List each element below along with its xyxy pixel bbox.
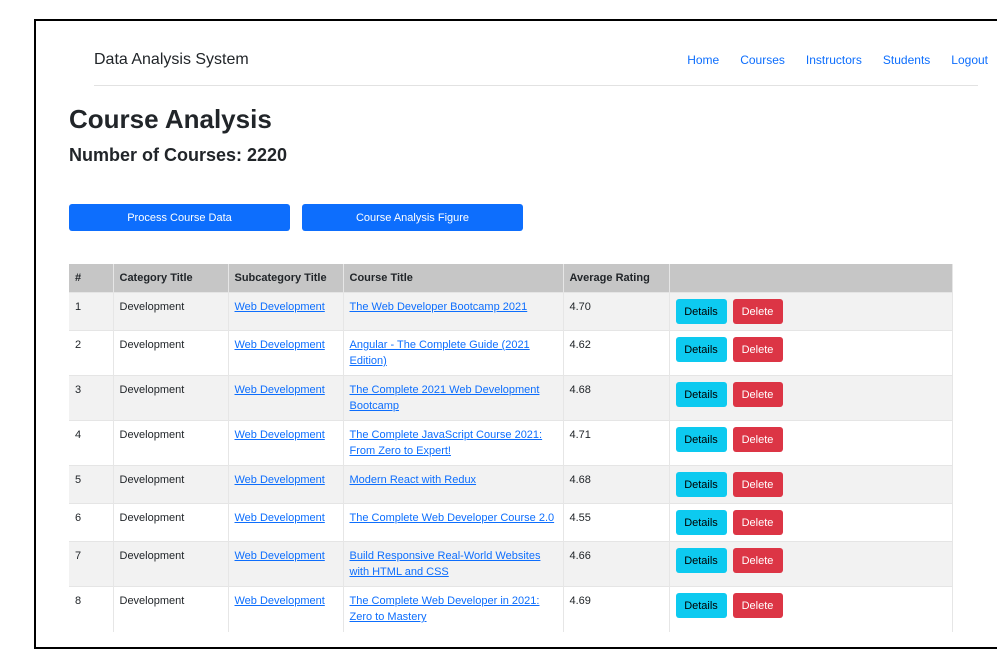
details-button[interactable]: Details <box>675 472 727 497</box>
table-row: 7 Development Web Development Build Resp… <box>69 541 953 587</box>
row-rating: 4.70 <box>563 292 670 331</box>
row-subcategory-link[interactable]: Web Development <box>235 339 325 351</box>
details-button[interactable]: Details <box>675 382 727 407</box>
course-table: # Category Title Subcategory Title Cours… <box>69 264 953 632</box>
process-course-data-button[interactable]: Process Course Data <box>69 204 290 231</box>
header-actions <box>669 264 953 293</box>
row-subcategory-link[interactable]: Web Development <box>235 550 325 562</box>
row-subcategory-link[interactable]: Web Development <box>235 301 325 313</box>
delete-button[interactable]: Delete <box>732 548 783 573</box>
row-subcategory-link[interactable]: Web Development <box>235 474 325 486</box>
row-category: Development <box>113 586 229 632</box>
delete-button[interactable]: Delete <box>732 510 783 535</box>
row-rating: 4.68 <box>563 465 670 504</box>
row-course-link[interactable]: Build Responsive Real-World Websites wit… <box>350 550 541 578</box>
header-category: Category Title <box>113 264 229 293</box>
row-subcategory-link[interactable]: Web Development <box>235 384 325 396</box>
course-analysis-figure-button[interactable]: Course Analysis Figure <box>302 204 523 231</box>
nav-link-logout[interactable]: Logout <box>951 53 988 67</box>
delete-button[interactable]: Delete <box>732 427 783 452</box>
row-course-link[interactable]: The Complete Web Developer in 2021: Zero… <box>350 595 540 623</box>
row-num: 1 <box>69 292 114 331</box>
details-button[interactable]: Details <box>675 427 727 452</box>
details-button[interactable]: Details <box>675 337 727 362</box>
row-rating: 4.55 <box>563 503 670 542</box>
row-course-link[interactable]: The Complete Web Developer Course 2.0 <box>350 512 555 524</box>
row-rating: 4.71 <box>563 420 670 466</box>
row-num: 3 <box>69 375 114 421</box>
nav-link-instructors[interactable]: Instructors <box>806 53 862 67</box>
header-course-title: Course Title <box>343 264 564 293</box>
row-category: Development <box>113 503 229 542</box>
row-num: 4 <box>69 420 114 466</box>
row-subcategory-link[interactable]: Web Development <box>235 429 325 441</box>
table-row: 4 Development Web Development The Comple… <box>69 420 953 466</box>
brand-title[interactable]: Data Analysis System <box>94 51 249 69</box>
header-subcategory: Subcategory Title <box>228 264 344 293</box>
course-count: Number of Courses: 2220 <box>69 145 288 165</box>
table-row: 5 Development Web Development Modern Rea… <box>69 465 953 504</box>
delete-button[interactable]: Delete <box>732 337 783 362</box>
nav-link-home[interactable]: Home <box>687 53 719 67</box>
row-rating: 4.69 <box>563 586 670 632</box>
row-rating: 4.62 <box>563 330 670 376</box>
row-category: Development <box>113 465 229 504</box>
row-rating: 4.66 <box>563 541 670 587</box>
details-button[interactable]: Details <box>675 299 727 324</box>
delete-button[interactable]: Delete <box>732 299 783 324</box>
navbar: Data Analysis System Home Courses Instru… <box>36 21 997 87</box>
details-button[interactable]: Details <box>675 593 727 618</box>
delete-button[interactable]: Delete <box>732 382 783 407</box>
row-num: 5 <box>69 465 114 504</box>
app-frame: Data Analysis System Home Courses Instru… <box>34 19 997 649</box>
page-title: Course Analysis <box>69 104 272 134</box>
header-num: # <box>69 264 114 293</box>
nav-links: Home Courses Instructors Students Logout <box>687 53 988 67</box>
nav-link-courses[interactable]: Courses <box>740 53 785 67</box>
navbar-divider <box>94 85 978 86</box>
row-category: Development <box>113 330 229 376</box>
row-num: 8 <box>69 586 114 632</box>
row-rating: 4.68 <box>563 375 670 421</box>
row-category: Development <box>113 375 229 421</box>
row-subcategory-link[interactable]: Web Development <box>235 595 325 607</box>
row-num: 7 <box>69 541 114 587</box>
row-category: Development <box>113 292 229 331</box>
row-course-link[interactable]: Modern React with Redux <box>350 474 477 486</box>
row-category: Development <box>113 541 229 587</box>
delete-button[interactable]: Delete <box>732 472 783 497</box>
row-num: 2 <box>69 330 114 376</box>
table-row: 6 Development Web Development The Comple… <box>69 503 953 542</box>
table-header-row: # Category Title Subcategory Title Cours… <box>69 264 953 293</box>
header-average-rating: Average Rating <box>563 264 670 293</box>
row-course-link[interactable]: The Complete 2021 Web Development Bootca… <box>350 384 540 412</box>
nav-link-students[interactable]: Students <box>883 53 930 67</box>
details-button[interactable]: Details <box>675 510 727 535</box>
row-course-link[interactable]: The Complete JavaScript Course 2021: Fro… <box>350 429 543 457</box>
delete-button[interactable]: Delete <box>732 593 783 618</box>
table-row: 2 Development Web Development Angular - … <box>69 330 953 376</box>
row-subcategory-link[interactable]: Web Development <box>235 512 325 524</box>
table-row: 3 Development Web Development The Comple… <box>69 375 953 421</box>
table-row: 1 Development Web Development The Web De… <box>69 292 953 331</box>
details-button[interactable]: Details <box>675 548 727 573</box>
row-num: 6 <box>69 503 114 542</box>
table-body: 1 Development Web Development The Web De… <box>69 292 953 632</box>
row-course-link[interactable]: Angular - The Complete Guide (2021 Editi… <box>350 339 530 367</box>
table-row: 8 Development Web Development The Comple… <box>69 586 953 632</box>
row-category: Development <box>113 420 229 466</box>
row-course-link[interactable]: The Web Developer Bootcamp 2021 <box>350 301 528 313</box>
